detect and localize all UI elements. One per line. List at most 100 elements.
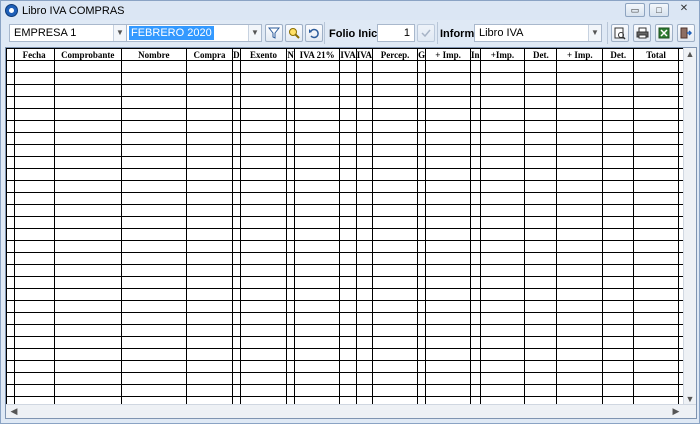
grid-cell[interactable] (355, 372, 374, 385)
chevron-down-icon[interactable]: ▼ (113, 25, 126, 41)
grid-cell[interactable] (120, 300, 187, 313)
grid-cell[interactable] (372, 72, 419, 85)
grid-cell[interactable] (372, 156, 419, 169)
grid-cell[interactable] (479, 60, 526, 73)
column-header[interactable]: IVA 21% (293, 48, 341, 61)
grid-cell[interactable] (286, 348, 295, 361)
grid-cell[interactable] (602, 288, 635, 301)
column-header[interactable]: Nombre (120, 48, 187, 61)
grid-cell[interactable] (239, 180, 288, 193)
grid-cell[interactable] (470, 132, 481, 145)
grid-cell[interactable] (479, 84, 526, 97)
grid-cell[interactable] (372, 360, 419, 373)
grid-cell[interactable] (232, 264, 241, 277)
table-row[interactable] (6, 72, 696, 85)
grid-cell[interactable] (120, 312, 187, 325)
grid-cell[interactable] (53, 228, 122, 241)
grid-cell[interactable] (633, 168, 679, 181)
grid-cell[interactable] (120, 324, 187, 337)
grid-cell[interactable] (355, 108, 374, 121)
table-row[interactable] (6, 300, 696, 313)
grid-cell[interactable] (185, 180, 234, 193)
grid-cell[interactable] (633, 240, 679, 253)
grid-cell[interactable] (417, 360, 427, 373)
grid-cell[interactable] (355, 324, 374, 337)
grid-cell[interactable] (417, 336, 427, 349)
grid-cell[interactable] (185, 72, 234, 85)
grid-cell[interactable] (355, 228, 374, 241)
grid-cell[interactable] (425, 276, 472, 289)
grid-cell[interactable] (417, 96, 427, 109)
grid-cell[interactable] (185, 168, 234, 181)
table-row[interactable] (6, 192, 696, 205)
grid-cell[interactable] (185, 132, 234, 145)
column-header[interactable]: Det. (524, 48, 558, 61)
grid-cell[interactable] (232, 132, 241, 145)
grid-cell[interactable] (286, 168, 295, 181)
grid-cell[interactable] (556, 72, 604, 85)
grid-cell[interactable] (53, 240, 122, 253)
grid-cell[interactable] (372, 348, 419, 361)
grid-cell[interactable] (53, 144, 122, 157)
grid-cell[interactable] (355, 192, 374, 205)
grid-cell[interactable] (13, 276, 55, 289)
grid-cell[interactable] (185, 204, 234, 217)
grid-cell[interactable] (232, 156, 241, 169)
grid-cell[interactable] (425, 84, 472, 97)
grid-cell[interactable] (602, 228, 635, 241)
grid-cell[interactable] (417, 204, 427, 217)
grid-cell[interactable] (470, 84, 481, 97)
grid-cell[interactable] (355, 336, 374, 349)
grid-cell[interactable] (355, 360, 374, 373)
grid-cell[interactable] (417, 324, 427, 337)
grid-cell[interactable] (355, 348, 374, 361)
grid-cell[interactable] (339, 132, 357, 145)
grid-cell[interactable] (524, 228, 558, 241)
grid-cell[interactable] (13, 324, 55, 337)
grid-cell[interactable] (232, 60, 241, 73)
grid-cell[interactable] (524, 384, 558, 397)
grid-cell[interactable] (556, 300, 604, 313)
grid-cell[interactable] (185, 360, 234, 373)
grid-cell[interactable] (232, 384, 241, 397)
grid-cell[interactable] (633, 360, 679, 373)
grid-cell[interactable] (633, 108, 679, 121)
grid-cell[interactable] (355, 240, 374, 253)
grid-cell[interactable] (232, 192, 241, 205)
grid-cell[interactable] (120, 60, 187, 73)
grid-cell[interactable] (293, 84, 341, 97)
chevron-down-icon[interactable]: ▼ (248, 25, 261, 41)
grid-cell[interactable] (479, 264, 526, 277)
folio-input[interactable]: 1 (377, 24, 415, 42)
grid-cell[interactable] (556, 120, 604, 133)
grid-cell[interactable] (286, 120, 295, 133)
grid-cell[interactable] (524, 192, 558, 205)
grid-cell[interactable] (53, 96, 122, 109)
grid-cell[interactable] (185, 264, 234, 277)
grid-cell[interactable] (602, 300, 635, 313)
grid-cell[interactable] (417, 192, 427, 205)
grid-cell[interactable] (13, 132, 55, 145)
grid-cell[interactable] (293, 168, 341, 181)
grid-cell[interactable] (239, 192, 288, 205)
maximize-button[interactable]: □ (649, 3, 669, 17)
grid-cell[interactable] (602, 348, 635, 361)
grid-cell[interactable] (239, 384, 288, 397)
grid-cell[interactable] (602, 336, 635, 349)
grid-cell[interactable] (232, 336, 241, 349)
grid-cell[interactable] (185, 228, 234, 241)
table-row[interactable] (6, 228, 696, 241)
grid-cell[interactable] (602, 156, 635, 169)
grid-cell[interactable] (479, 108, 526, 121)
grid-cell[interactable] (602, 132, 635, 145)
grid-cell[interactable] (633, 156, 679, 169)
grid-cell[interactable] (339, 336, 357, 349)
grid-cell[interactable] (602, 180, 635, 193)
grid-cell[interactable] (293, 252, 341, 265)
grid-cell[interactable] (339, 108, 357, 121)
table-row[interactable] (6, 168, 696, 181)
grid-cell[interactable] (339, 84, 357, 97)
grid-cell[interactable] (185, 324, 234, 337)
empresa-select[interactable]: EMPRESA 1 ▼ (9, 24, 127, 42)
export-excel-button[interactable] (655, 24, 673, 42)
